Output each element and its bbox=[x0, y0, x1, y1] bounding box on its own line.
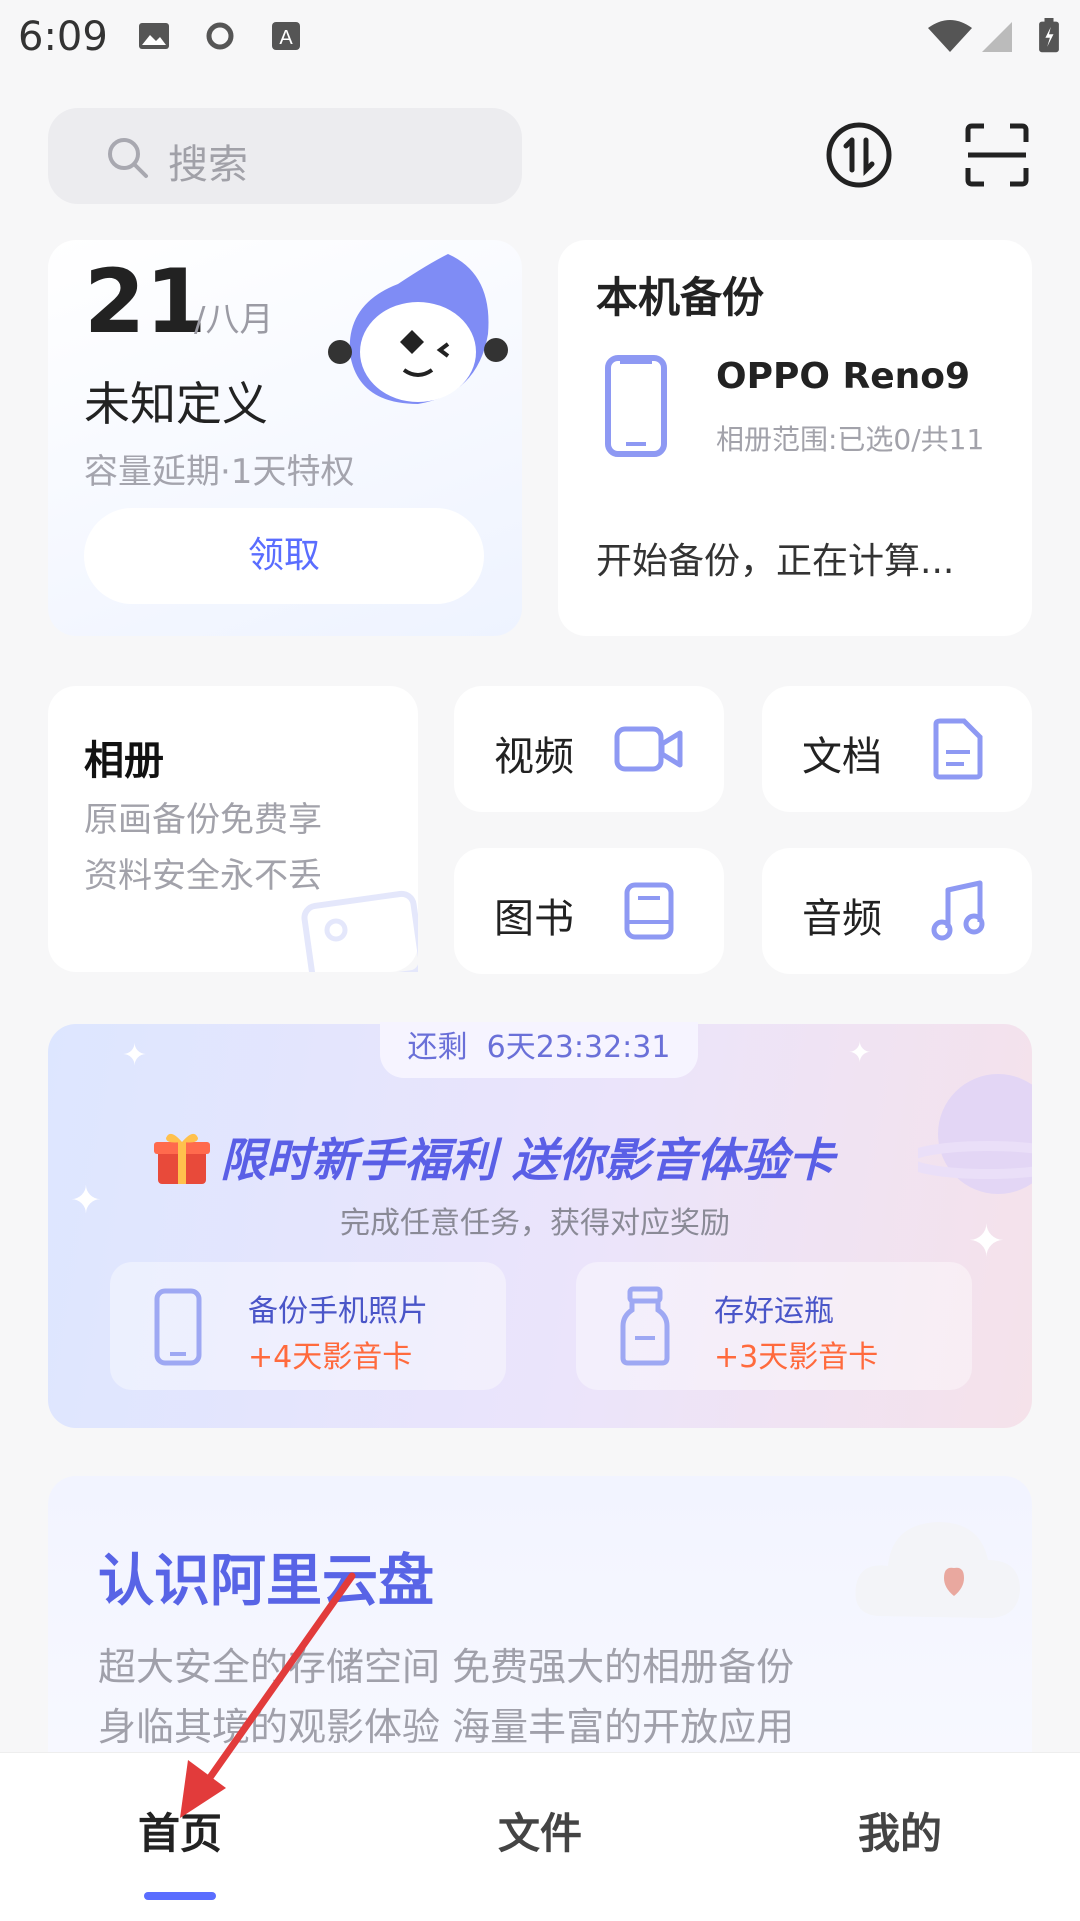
search-input[interactable]: 搜索 bbox=[48, 108, 522, 204]
intro-desc-2: 身临其境的观影体验 海量丰富的开放应用 bbox=[98, 1705, 795, 1749]
signal-icon bbox=[982, 22, 1012, 52]
intro-title: 认识阿里云盘 bbox=[98, 1549, 434, 1614]
timer-prefix: 还剩 bbox=[407, 1030, 468, 1065]
quick-item-book[interactable]: 图书 bbox=[454, 848, 724, 974]
backup-title: 本机备份 bbox=[596, 273, 765, 322]
wifi-icon bbox=[928, 20, 972, 52]
tab-home[interactable]: 首页 bbox=[138, 1800, 222, 1861]
image-icon bbox=[139, 23, 169, 49]
device-name: OPPO Reno9 bbox=[716, 356, 971, 397]
svg-text:A: A bbox=[279, 27, 293, 49]
search-placeholder: 搜索 bbox=[168, 142, 248, 188]
sync-icon bbox=[206, 22, 234, 50]
task-lucky-bottle[interactable]: 存好运瓶 +3天影音卡 bbox=[576, 1262, 972, 1390]
date-day: 21 bbox=[84, 250, 207, 353]
backup-status: 开始备份，正在计算... bbox=[596, 541, 955, 582]
task-title: 备份手机照片 bbox=[248, 1294, 428, 1329]
phone-icon bbox=[605, 355, 667, 457]
tab-me[interactable]: 我的 bbox=[858, 1800, 942, 1861]
battery-icon bbox=[1039, 18, 1059, 53]
quick-item-video[interactable]: 视频 bbox=[454, 686, 724, 812]
task-title: 存好运瓶 bbox=[714, 1294, 834, 1329]
search-icon bbox=[108, 138, 148, 178]
task-reward: +3天影音卡 bbox=[714, 1340, 879, 1375]
album-scope: 相册范围:已选0/共11 bbox=[716, 423, 985, 456]
music-note-icon bbox=[931, 880, 985, 941]
photo-icon bbox=[301, 890, 418, 972]
sparkle-icon: ✦ bbox=[848, 1036, 872, 1069]
status-time: 6:09 bbox=[18, 14, 108, 60]
book-icon bbox=[624, 882, 674, 940]
cloud-heart-icon bbox=[855, 1522, 1020, 1618]
tab-files[interactable]: 文件 bbox=[498, 1800, 582, 1861]
task-backup-photos[interactable]: 备份手机照片 +4天影音卡 bbox=[110, 1262, 506, 1390]
sparkle-icon: ✦ bbox=[968, 1216, 1005, 1267]
phone-icon bbox=[154, 1288, 202, 1366]
active-tab-indicator bbox=[144, 1892, 216, 1900]
promo-subtitle: 完成任意任务，获得对应奖励 bbox=[340, 1206, 730, 1241]
sparkle-icon: ✦ bbox=[70, 1178, 102, 1222]
video-camera-icon bbox=[614, 726, 683, 772]
gift-icon bbox=[154, 1133, 210, 1184]
claim-button[interactable]: 领取 bbox=[84, 508, 484, 604]
planet-icon bbox=[918, 1074, 1032, 1194]
quick-item-label: 图书 bbox=[494, 896, 574, 942]
intro-desc-1: 超大安全的存储空间 免费强大的相册备份 bbox=[98, 1645, 795, 1689]
task-reward: +4天影音卡 bbox=[248, 1340, 413, 1375]
status-bar: 6:09 A bbox=[0, 0, 1080, 80]
quick-item-label: 视频 bbox=[494, 734, 574, 780]
transfer-icon[interactable] bbox=[824, 120, 894, 190]
privilege-title: 未知定义 bbox=[84, 377, 268, 431]
sparkle-icon: ✦ bbox=[122, 1038, 148, 1073]
countdown-timer: 还剩 6天23:32:31 bbox=[380, 1022, 698, 1078]
text-a-icon: A bbox=[272, 22, 300, 50]
quick-item-label: 文档 bbox=[802, 734, 882, 780]
album-desc-1: 原画备份免费享 bbox=[84, 800, 322, 840]
timer-value: 6天23:32:31 bbox=[486, 1030, 671, 1065]
document-icon bbox=[933, 718, 983, 780]
quick-item-document[interactable]: 文档 bbox=[762, 686, 1032, 812]
date-month: /八月 bbox=[194, 300, 274, 340]
album-desc-2: 资料安全永不丢 bbox=[84, 856, 322, 896]
mascot-icon bbox=[328, 254, 508, 404]
bottle-icon bbox=[620, 1286, 670, 1366]
quick-item-label: 音频 bbox=[802, 896, 882, 942]
album-title: 相册 bbox=[84, 738, 164, 784]
privilege-desc: 容量延期·1天特权 bbox=[84, 452, 355, 492]
scan-icon[interactable] bbox=[962, 120, 1032, 190]
promo-title: 限时新手福利 送你影音体验卡 bbox=[220, 1133, 835, 1187]
quick-item-audio[interactable]: 音频 bbox=[762, 848, 1032, 974]
